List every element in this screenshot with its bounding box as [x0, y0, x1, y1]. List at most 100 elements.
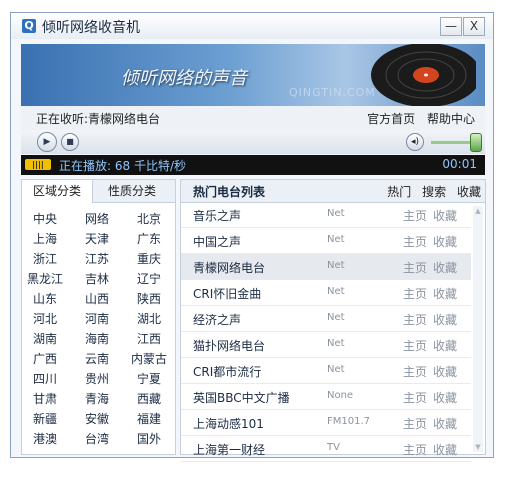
- region-item[interactable]: 广东: [126, 230, 172, 247]
- close-button[interactable]: X: [463, 17, 485, 36]
- station-row[interactable]: 音乐之声 Net 主页 收藏: [181, 202, 471, 228]
- station-name: 英国BBC中文广播: [193, 391, 290, 405]
- region-item[interactable]: 宁夏: [126, 370, 172, 387]
- signal-icon: ||||: [25, 159, 51, 170]
- scroll-down-icon[interactable]: ▼: [473, 442, 483, 452]
- region-item[interactable]: 网络: [74, 210, 120, 227]
- region-item[interactable]: 海南: [74, 330, 120, 347]
- station-home-link[interactable]: 主页: [403, 363, 427, 380]
- help-center-link[interactable]: 帮助中心: [427, 112, 475, 126]
- region-item[interactable]: 浙江: [22, 250, 68, 267]
- station-favorite-link[interactable]: 收藏: [433, 415, 457, 432]
- station-favorite-link[interactable]: 收藏: [433, 311, 457, 328]
- region-item[interactable]: 河北: [22, 310, 68, 327]
- region-item[interactable]: 吉林: [74, 270, 120, 287]
- region-row: 四川 贵州 宁夏: [22, 370, 175, 390]
- region-item[interactable]: 台湾: [74, 430, 120, 447]
- station-home-link[interactable]: 主页: [403, 311, 427, 328]
- region-row: 港澳 台湾 国外: [22, 430, 175, 450]
- tab-region[interactable]: 区域分类: [22, 180, 93, 203]
- scrollbar[interactable]: ▲ ▼: [473, 206, 483, 452]
- station-row[interactable]: CRI都市流行 Net 主页 收藏: [181, 358, 471, 384]
- title-bar[interactable]: Q 倾听网络收音机 — X: [11, 13, 493, 39]
- region-item[interactable]: 广西: [22, 350, 68, 367]
- region-item[interactable]: 山西: [74, 290, 120, 307]
- region-item[interactable]: 陕西: [126, 290, 172, 307]
- region-row: 新疆 安徽 福建: [22, 410, 175, 430]
- region-item[interactable]: 江苏: [74, 250, 120, 267]
- region-item[interactable]: 甘肃: [22, 390, 68, 407]
- hot-link[interactable]: 热门: [387, 185, 411, 199]
- station-name: 中国之声: [193, 235, 242, 249]
- player-controls: ▶ ■ ◂): [21, 130, 485, 154]
- region-item[interactable]: 河南: [74, 310, 120, 327]
- region-item[interactable]: 云南: [74, 350, 120, 367]
- station-name: CRI怀旧金曲: [193, 287, 262, 301]
- region-item[interactable]: 四川: [22, 370, 68, 387]
- volume-slider-handle[interactable]: [470, 133, 482, 152]
- station-favorite-link[interactable]: 收藏: [433, 441, 457, 458]
- station-favorite-link[interactable]: 收藏: [433, 207, 457, 224]
- region-item[interactable]: 湖南: [22, 330, 68, 347]
- station-home-link[interactable]: 主页: [403, 233, 427, 250]
- station-home-link[interactable]: 主页: [403, 389, 427, 406]
- station-home-link[interactable]: 主页: [403, 259, 427, 276]
- station-name: 音乐之声: [193, 209, 242, 223]
- station-home-link[interactable]: 主页: [403, 441, 427, 458]
- station-row[interactable]: 英国BBC中文广播 None 主页 收藏: [181, 384, 471, 410]
- region-item[interactable]: 福建: [126, 410, 172, 427]
- region-row: 上海 天津 广东: [22, 230, 175, 250]
- station-favorite-link[interactable]: 收藏: [433, 233, 457, 250]
- station-row[interactable]: 中国之声 Net 主页 收藏: [181, 228, 471, 254]
- region-item[interactable]: 黑龙江: [22, 270, 68, 287]
- station-home-link[interactable]: 主页: [403, 337, 427, 354]
- region-item[interactable]: 江西: [126, 330, 172, 347]
- station-home-link[interactable]: 主页: [403, 285, 427, 302]
- banner-slogan: 倾听网络的声音: [121, 68, 247, 89]
- station-row[interactable]: 猫扑网络电台 Net 主页 收藏: [181, 332, 471, 358]
- region-item[interactable]: 重庆: [126, 250, 172, 267]
- region-item[interactable]: 青海: [74, 390, 120, 407]
- favorites-link[interactable]: 收藏: [457, 185, 481, 199]
- region-item[interactable]: 内蒙古: [126, 350, 172, 367]
- station-bitrate: Net: [327, 234, 345, 245]
- region-item[interactable]: 新疆: [22, 410, 68, 427]
- station-row[interactable]: 青檬网络电台 Net 主页 收藏: [181, 254, 471, 280]
- station-favorite-link[interactable]: 收藏: [433, 259, 457, 276]
- station-row[interactable]: CRI怀旧金曲 Net 主页 收藏: [181, 280, 471, 306]
- region-item[interactable]: 中央: [22, 210, 68, 227]
- station-row[interactable]: 经济之声 Net 主页 收藏: [181, 306, 471, 332]
- region-item[interactable]: 天津: [74, 230, 120, 247]
- tab-nature[interactable]: 性质分类: [97, 180, 167, 202]
- station-home-link[interactable]: 主页: [403, 207, 427, 224]
- station-bitrate: Net: [327, 364, 345, 375]
- official-home-link[interactable]: 官方首页: [367, 112, 415, 126]
- station-home-link[interactable]: 主页: [403, 415, 427, 432]
- region-item[interactable]: 北京: [126, 210, 172, 227]
- search-link[interactable]: 搜索: [422, 185, 446, 199]
- region-item[interactable]: 贵州: [74, 370, 120, 387]
- vinyl-record-icon: [371, 44, 476, 106]
- region-item[interactable]: 湖北: [126, 310, 172, 327]
- station-favorite-link[interactable]: 收藏: [433, 285, 457, 302]
- region-item[interactable]: 辽宁: [126, 270, 172, 287]
- stop-button[interactable]: ■: [61, 133, 79, 151]
- region-item[interactable]: 西藏: [126, 390, 172, 407]
- station-favorite-link[interactable]: 收藏: [433, 337, 457, 354]
- play-button[interactable]: ▶: [37, 132, 57, 152]
- volume-slider-track[interactable]: [431, 141, 475, 144]
- station-bitrate: Net: [327, 286, 345, 297]
- scroll-up-icon[interactable]: ▲: [473, 206, 483, 216]
- region-item[interactable]: 港澳: [22, 430, 68, 447]
- station-row[interactable]: 上海动感101 FM101.7 主页 收藏: [181, 410, 471, 436]
- station-favorite-link[interactable]: 收藏: [433, 363, 457, 380]
- region-item[interactable]: 上海: [22, 230, 68, 247]
- now-listening-bar: 正在收听:青檬网络电台 官方首页 帮助中心: [21, 106, 485, 130]
- region-item[interactable]: 山东: [22, 290, 68, 307]
- minimize-button[interactable]: —: [440, 17, 462, 36]
- volume-icon[interactable]: ◂): [406, 133, 424, 151]
- region-item[interactable]: 国外: [126, 430, 172, 447]
- region-item[interactable]: 安徽: [74, 410, 120, 427]
- station-favorite-link[interactable]: 收藏: [433, 389, 457, 406]
- station-row[interactable]: 上海第一财经 TV 主页 收藏: [181, 436, 471, 462]
